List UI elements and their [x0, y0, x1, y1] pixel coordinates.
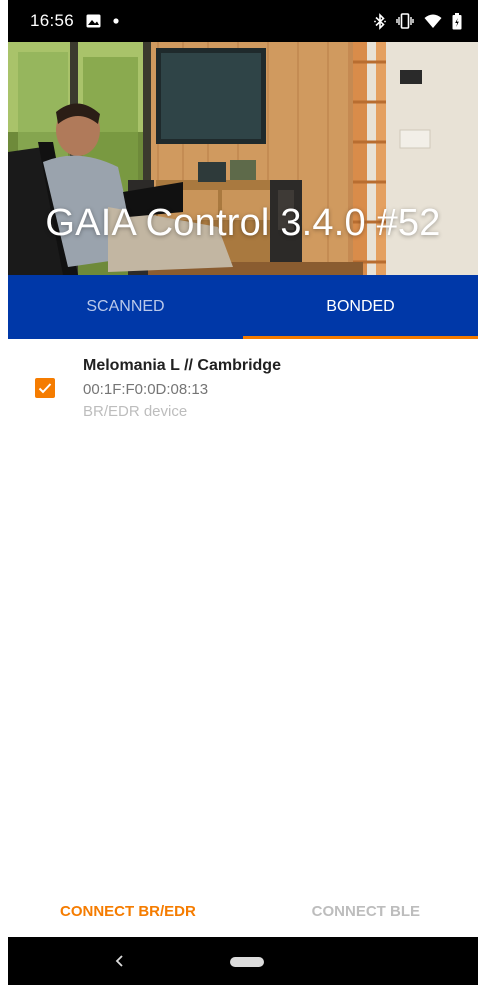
action-bar: CONNECT BR/EDR CONNECT BLE: [8, 885, 478, 937]
navigation-bar: [8, 937, 478, 985]
list-item-device[interactable]: Melomania L // Cambridge 00:1F:F0:0D:08:…: [8, 348, 478, 428]
tab-bonded[interactable]: BONDED: [243, 275, 478, 339]
app-title: GAIA Control 3.4.0 #52: [45, 202, 441, 244]
dot-icon: [113, 18, 119, 24]
bluetooth-icon: [374, 12, 386, 30]
app-screen: 16:56 GAIA Control 3.4.0 #52 SCANNED BON…: [8, 0, 478, 985]
tab-active-indicator: [243, 336, 478, 339]
check-icon: [38, 383, 52, 394]
back-icon[interactable]: [110, 951, 130, 971]
status-bar: 16:56: [8, 0, 478, 42]
wifi-icon: [424, 14, 442, 29]
tab-scanned-label: SCANNED: [86, 298, 165, 315]
vibrate-icon: [396, 13, 414, 29]
device-name: Melomania L // Cambridge: [83, 357, 281, 374]
status-right: [374, 12, 462, 30]
status-time: 16:56: [30, 11, 75, 30]
device-type: BR/EDR device: [83, 403, 188, 420]
battery-icon: [452, 12, 462, 30]
device-checkbox[interactable]: [35, 378, 55, 398]
connect-ble-button[interactable]: CONNECT BLE: [312, 885, 420, 937]
tab-scanned[interactable]: SCANNED: [8, 275, 243, 339]
connect-brdr-button[interactable]: CONNECT BR/EDR: [60, 885, 196, 937]
image-icon: [86, 14, 101, 28]
status-left: 16:56: [30, 11, 119, 31]
header-banner: GAIA Control 3.4.0 #52: [8, 42, 478, 275]
device-address: 00:1F:F0:0D:08:13: [83, 381, 209, 398]
home-pill-icon[interactable]: [230, 957, 264, 967]
tab-bar: SCANNED BONDED: [8, 275, 478, 339]
tab-bonded-label: BONDED: [326, 298, 395, 315]
